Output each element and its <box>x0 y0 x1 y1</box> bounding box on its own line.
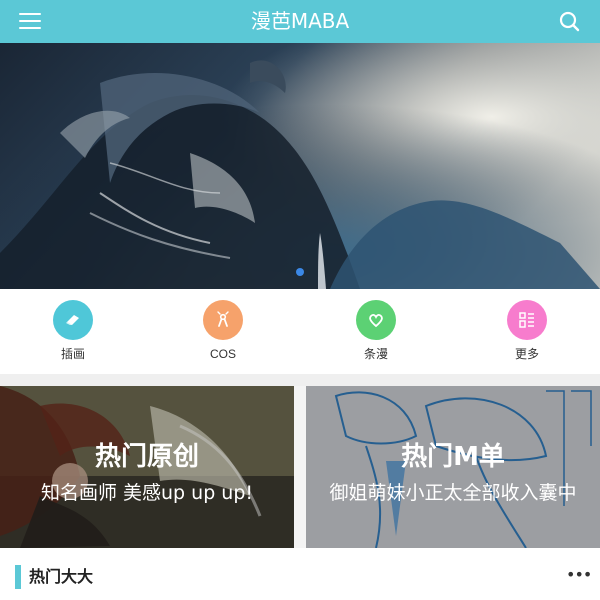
nav-label: 插画 <box>60 347 85 361</box>
banner-image <box>0 43 600 289</box>
nav-label: COS <box>209 347 236 361</box>
eraser-icon <box>53 300 93 340</box>
more-options-icon[interactable]: ••• <box>566 567 592 587</box>
nav-label: 更多 <box>514 347 539 361</box>
app-title: 漫芭MABA <box>250 9 350 33</box>
grid-list-icon <box>507 300 547 340</box>
heart-icon <box>356 300 396 340</box>
section-title: 热门大大 <box>29 567 94 586</box>
nav-item-cos[interactable]: COS <box>183 300 263 361</box>
search-icon[interactable] <box>559 11 580 32</box>
carousel-dots <box>0 268 600 276</box>
nav-item-illustration[interactable]: 插画 <box>33 300 113 361</box>
nav-item-more[interactable]: 更多 <box>487 300 567 361</box>
card-popular-original[interactable]: 热门原创 知名画师 美感up up up! <box>0 386 294 548</box>
card-title: 热门M单 <box>401 442 505 472</box>
nav-item-strip-comic[interactable]: 条漫 <box>336 300 416 361</box>
app-header: 漫芭MABA <box>0 0 600 43</box>
card-separator <box>294 386 306 548</box>
nav-label: 条漫 <box>363 347 388 361</box>
section-divider <box>0 374 600 386</box>
banner-carousel[interactable] <box>0 43 600 289</box>
card-popular-m-list[interactable]: 热门M单 御姐萌妹小正太全部收入囊中 <box>306 386 600 548</box>
card-subtitle: 知名画师 美感up up up! <box>40 482 254 504</box>
card-title: 热门原创 <box>94 442 199 472</box>
carousel-dot-active[interactable] <box>296 268 304 276</box>
category-nav: 插画 COS 条漫 更多 <box>0 289 600 374</box>
card-subtitle: 御姐萌妹小正太全部收入囊中 <box>329 482 577 504</box>
section-accent-bar <box>15 565 21 589</box>
bow-icon <box>203 300 243 340</box>
section-header: 热门大大 ••• <box>0 548 600 600</box>
